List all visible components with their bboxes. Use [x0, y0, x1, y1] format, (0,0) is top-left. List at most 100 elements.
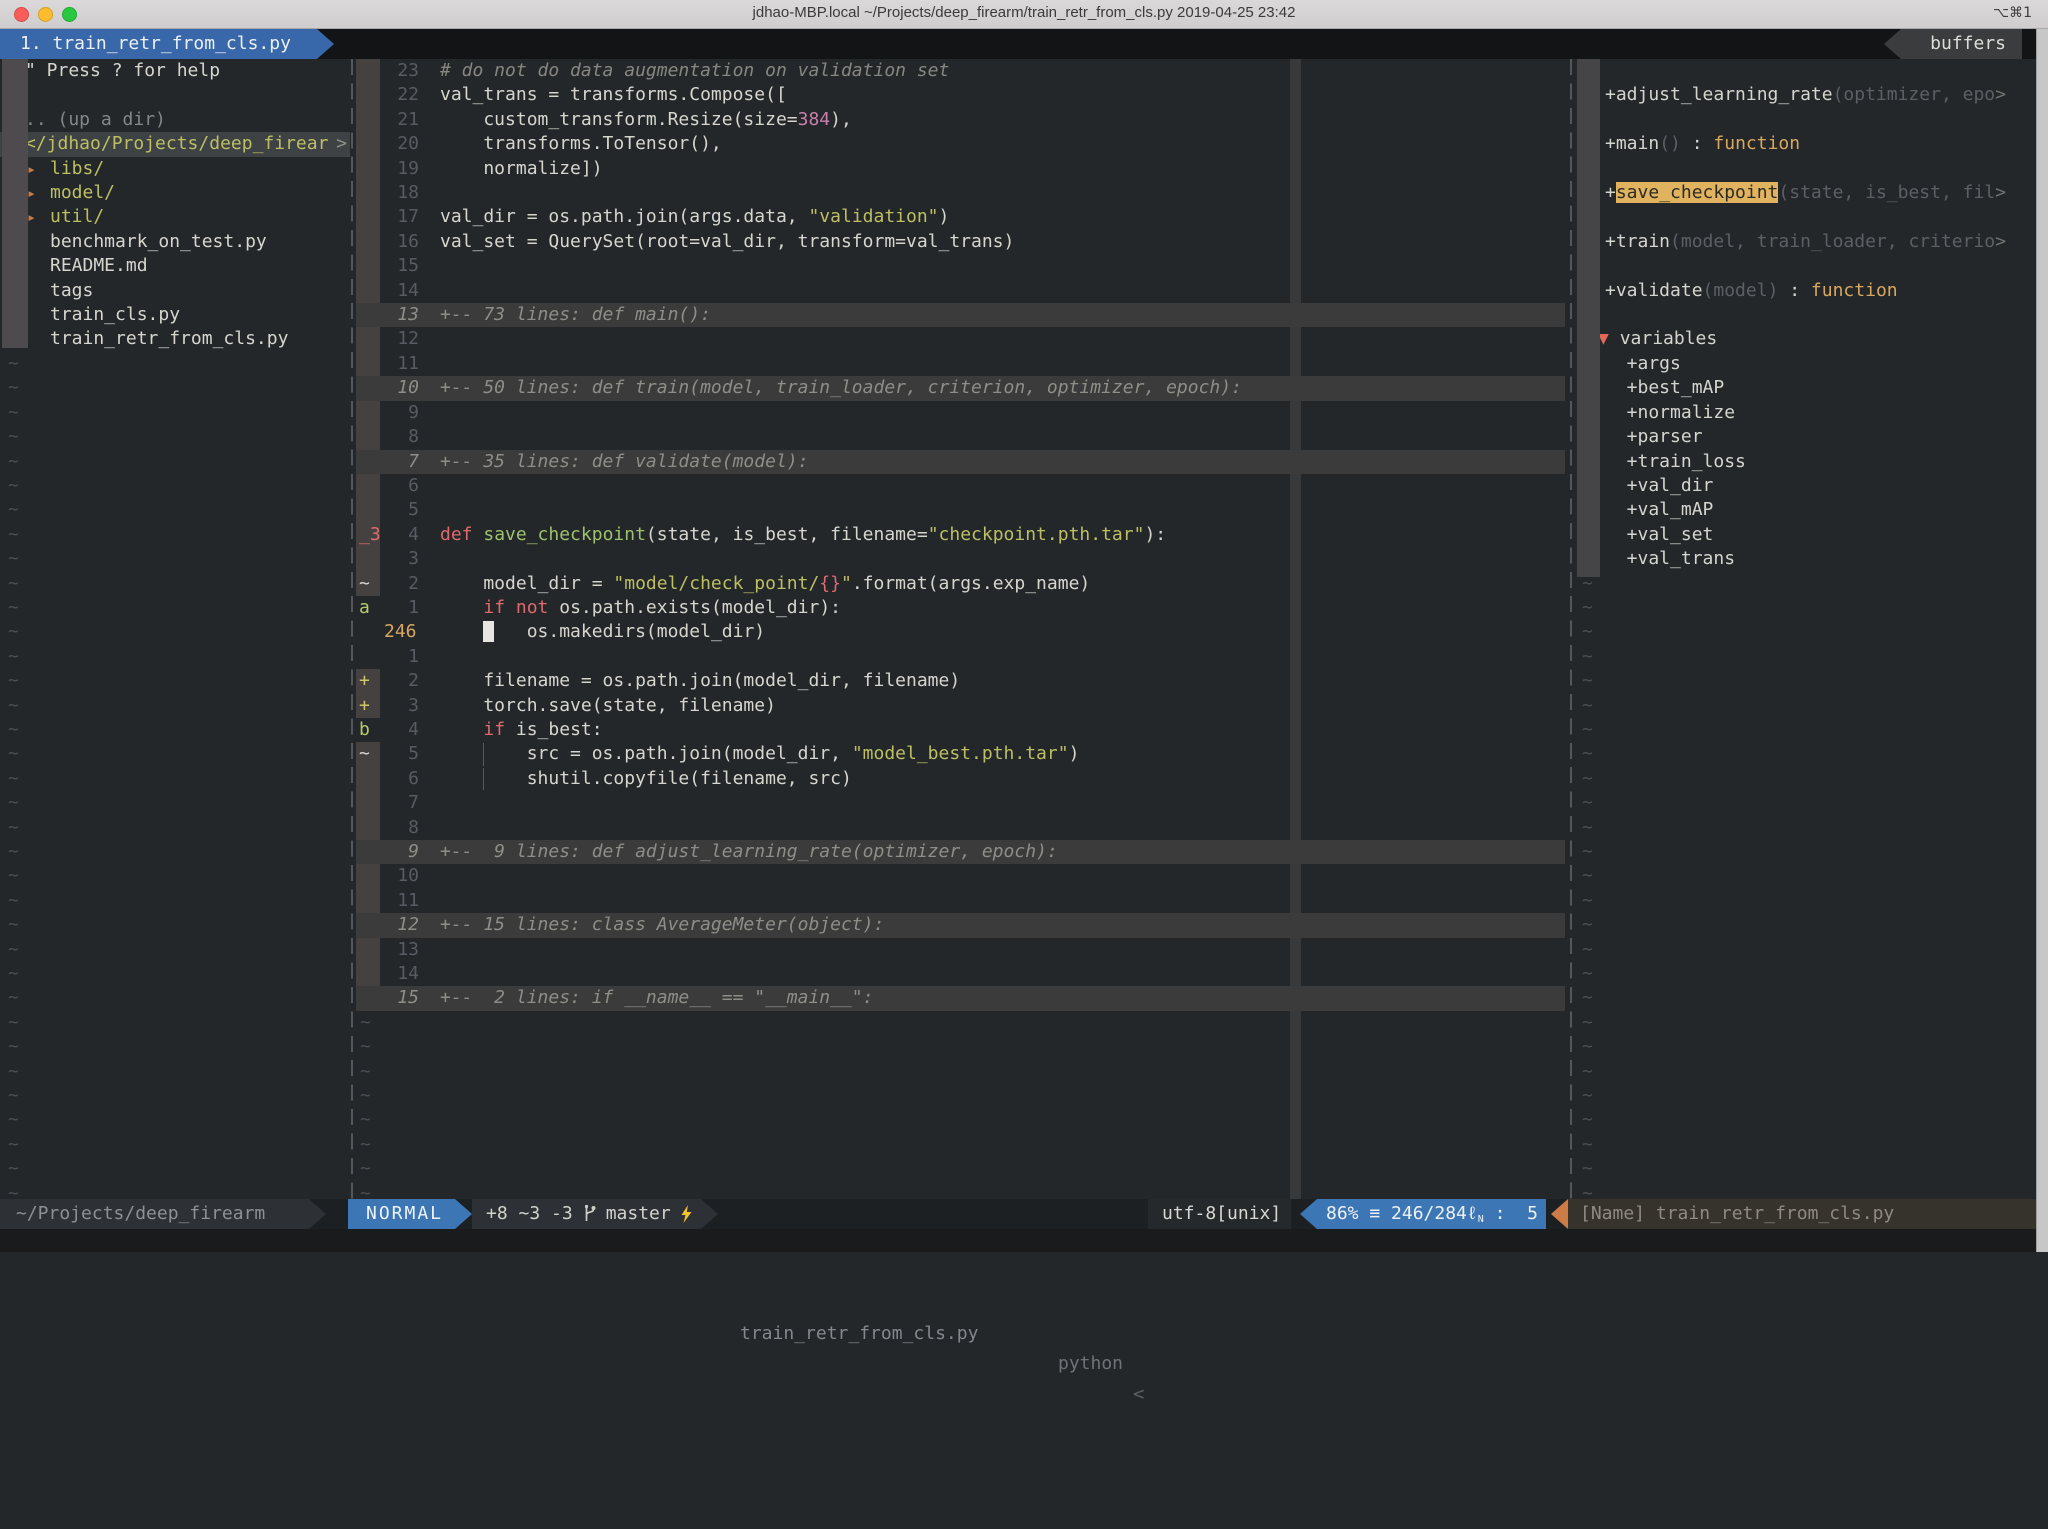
code-line[interactable]: 20 transforms.ToTensor(),: [356, 132, 1565, 156]
line-number: 4: [380, 523, 440, 547]
code-line[interactable]: a1 if not os.path.exists(model_dir):: [356, 596, 1565, 620]
tagbar-statusline: [Name] train_retr_from_cls.py: [1568, 1199, 2036, 1229]
empty-line-tilde: ~: [0, 694, 350, 718]
nerdtree-item-dir[interactable]: </jdhao/Projects/deep_firear>: [0, 132, 350, 156]
line-number: 13: [380, 938, 440, 962]
cursor-block: [483, 621, 494, 642]
nerdtree-item-dir[interactable]: ▸model/: [0, 181, 350, 205]
code-line[interactable]: 5: [356, 498, 1565, 522]
tag-entry[interactable]: +val_dir: [1577, 474, 2036, 498]
tab-buffers-label[interactable]: buffers: [1884, 29, 2022, 59]
code-line[interactable]: 6: [356, 474, 1565, 498]
editor-pane[interactable]: 23# do not do data augmentation on valid…: [356, 59, 1565, 1199]
empty-line-tilde: ~: [0, 596, 350, 620]
empty-line-tilde: ~: [356, 1084, 1565, 1108]
code-line[interactable]: +2 filename = os.path.join(model_dir, fi…: [356, 669, 1565, 693]
code-line[interactable]: 17val_dir = os.path.join(args.data, "val…: [356, 205, 1565, 229]
code-line[interactable]: 3: [356, 547, 1565, 571]
tag-entry[interactable]: +validate(model) : function: [1577, 279, 2036, 303]
folder-collapsed-icon[interactable]: ▸: [27, 205, 36, 229]
code-line[interactable]: 10: [356, 864, 1565, 888]
cursor-line[interactable]: 246 os.makedirs(model_dir): [356, 620, 1565, 644]
code-line[interactable]: 8: [356, 816, 1565, 840]
code-line[interactable]: 21 custom_transform.Resize(size=384),: [356, 108, 1565, 132]
empty-line-tilde: ~: [0, 450, 350, 474]
filetype-label: python: [1058, 1349, 1123, 1379]
tag-entry[interactable]: +val_mAP: [1577, 498, 2036, 522]
code-line[interactable]: 23# do not do data augmentation on valid…: [356, 59, 1565, 83]
folder-collapsed-icon[interactable]: ▸: [27, 157, 36, 181]
tag-entry[interactable]: +best_mAP: [1577, 376, 2036, 400]
line-number: 6: [380, 474, 440, 498]
empty-line-tilde: ~: [1577, 791, 2036, 815]
code-line[interactable]: +3 torch.save(state, filename): [356, 694, 1565, 718]
folded-region-line[interactable]: 13+-- 73 lines: def main():: [356, 303, 1565, 327]
tag-entry[interactable]: +parser: [1577, 425, 2036, 449]
code-line[interactable]: 22val_trans = transforms.Compose([: [356, 83, 1565, 107]
code-line[interactable]: 15: [356, 254, 1565, 278]
tag-entry[interactable]: +adjust_learning_rate(optimizer, epo>: [1577, 83, 2036, 107]
line-number: 12: [380, 327, 440, 351]
line-number: 18: [380, 181, 440, 205]
tag-entry[interactable]: +normalize: [1577, 401, 2036, 425]
code-line[interactable]: 14: [356, 962, 1565, 986]
folded-region-line[interactable]: 15+-- 2 lines: if __name__ == "__main__"…: [356, 986, 1565, 1010]
code-line[interactable]: 7: [356, 791, 1565, 815]
nerdtree-item[interactable]: " Press ? for help: [0, 59, 350, 83]
tagbar-blank-line: [1577, 254, 2036, 278]
statusline-arrow-icon: [1551, 1199, 1568, 1229]
tag-entry[interactable]: +train_loss: [1577, 450, 2036, 474]
fold-open-icon: ▼: [1598, 328, 1620, 349]
empty-line-tilde: ~: [356, 1011, 1565, 1035]
code-line[interactable]: 9: [356, 401, 1565, 425]
nerdtree-item[interactable]: train_cls.py: [0, 303, 350, 327]
nerdtree-item-dir[interactable]: ▸libs/: [0, 157, 350, 181]
tag-entry[interactable]: +val_set: [1577, 523, 2036, 547]
nerdtree-scrollbar-thumb[interactable]: [2, 59, 28, 348]
folded-region-line[interactable]: 9+-- 9 lines: def adjust_learning_rate(o…: [356, 840, 1565, 864]
window-separator[interactable]: [1570, 59, 1572, 1199]
code-line[interactable]: 13: [356, 938, 1565, 962]
command-line[interactable]: [0, 1229, 2036, 1252]
tag-entry[interactable]: +main() : function: [1577, 132, 2036, 156]
folder-collapsed-icon[interactable]: ▸: [27, 181, 36, 205]
nerdtree-item[interactable]: tags: [0, 279, 350, 303]
code-line[interactable]: 14: [356, 279, 1565, 303]
tag-entry[interactable]: +val_trans: [1577, 547, 2036, 571]
tag-entry[interactable]: +save_checkpoint(state, is_best, fil>: [1577, 181, 2036, 205]
folded-region-line[interactable]: 12+-- 15 lines: class AverageMeter(objec…: [356, 913, 1565, 937]
macos-scrollbar-track[interactable]: [2036, 29, 2048, 1252]
nerdtree-item[interactable]: train_retr_from_cls.py: [0, 327, 350, 351]
code-line[interactable]: ~5 src = os.path.join(model_dir, "model_…: [356, 742, 1565, 766]
nerdtree-item[interactable]: benchmark_on_test.py: [0, 230, 350, 254]
code-line[interactable]: 1: [356, 645, 1565, 669]
tagbar-scrollbar-thumb[interactable]: [1577, 59, 1600, 577]
nerdtree-item[interactable]: README.md: [0, 254, 350, 278]
nerdtree-item[interactable]: .. (up a dir): [0, 108, 350, 132]
tab-active-buffer[interactable]: 1. train_retr_from_cls.py: [0, 29, 334, 59]
tag-entry[interactable]: +train(model, train_loader, criterio>: [1577, 230, 2036, 254]
code-line[interactable]: 11: [356, 889, 1565, 913]
code-line[interactable]: 16val_set = QuerySet(root=val_dir, trans…: [356, 230, 1565, 254]
nerdtree-item-dir[interactable]: ▸util/: [0, 205, 350, 229]
window-separator[interactable]: [351, 59, 353, 1199]
code-line[interactable]: 12: [356, 327, 1565, 351]
code-line[interactable]: 11: [356, 352, 1565, 376]
code-line[interactable]: 8: [356, 425, 1565, 449]
tag-entry[interactable]: ▼ variables: [1577, 327, 2036, 351]
code-line[interactable]: _34def save_checkpoint(state, is_best, f…: [356, 523, 1565, 547]
titlebar: jdhao-MBP.local ~/Projects/deep_firearm/…: [0, 0, 2048, 29]
code-line[interactable]: 6 shutil.copyfile(filename, src): [356, 767, 1565, 791]
code-line[interactable]: 18: [356, 181, 1565, 205]
empty-line-tilde: ~: [0, 572, 350, 596]
position-segment: 86% ≡ 246/284ℓN : 5: [1300, 1199, 1546, 1229]
code-line[interactable]: ~2 model_dir = "model/check_point/{}".fo…: [356, 572, 1565, 596]
code-line[interactable]: b4 if is_best:: [356, 718, 1565, 742]
tag-entry[interactable]: +args: [1577, 352, 2036, 376]
folded-region-line[interactable]: 7+-- 35 lines: def validate(model):: [356, 450, 1565, 474]
folded-region-line[interactable]: 10+-- 50 lines: def train(model, train_l…: [356, 376, 1565, 400]
line-number: 1: [380, 645, 440, 669]
code-line[interactable]: 19 normalize]): [356, 157, 1565, 181]
empty-line-tilde: ~: [356, 1035, 1565, 1059]
line-number: 23: [380, 59, 440, 83]
